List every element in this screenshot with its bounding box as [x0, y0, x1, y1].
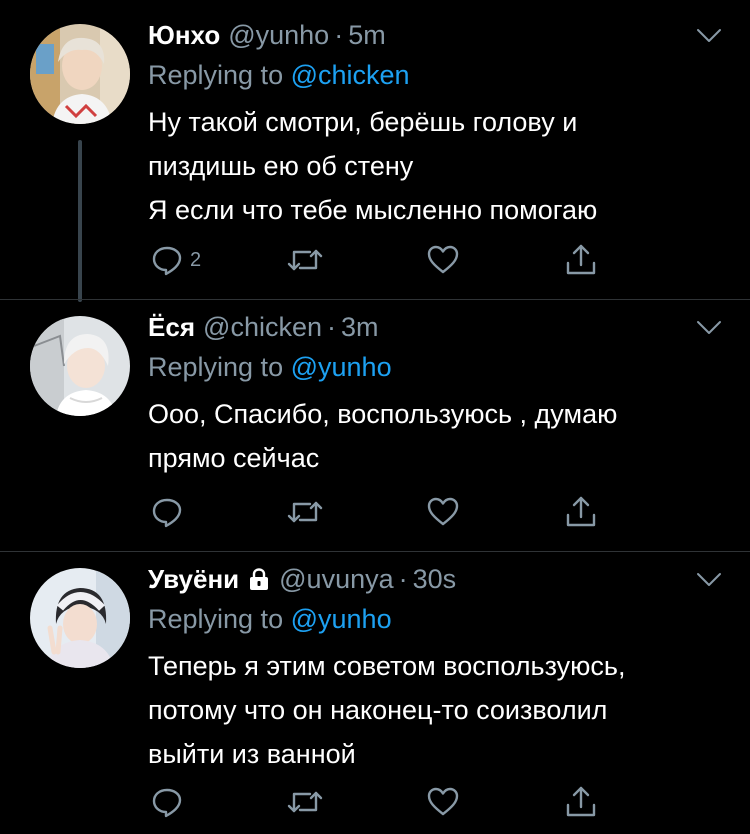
- username[interactable]: @uvunya: [279, 564, 393, 595]
- replying-prefix: Replying to: [148, 352, 284, 382]
- share-icon: [566, 496, 596, 527]
- like-button[interactable]: [426, 494, 460, 530]
- tweet-text: Теперь я этим советом воспользуюсь, пото…: [148, 644, 728, 776]
- chevron-down-icon[interactable]: [696, 320, 722, 336]
- tweet[interactable]: Увуёни @uvunya · 30s Replying to @yunho …: [0, 564, 750, 834]
- timestamp[interactable]: 3m: [341, 312, 379, 343]
- replying-to: Replying to @yunho: [148, 352, 392, 383]
- mention-link[interactable]: @yunho: [291, 604, 392, 634]
- retweet-button[interactable]: [286, 242, 324, 278]
- retweet-button[interactable]: [286, 784, 324, 820]
- avatar[interactable]: [30, 568, 130, 668]
- mention-link[interactable]: @yunho: [291, 352, 392, 382]
- chevron-down-icon[interactable]: [696, 572, 722, 588]
- replying-prefix: Replying to: [148, 604, 284, 634]
- reply-icon: [152, 246, 182, 276]
- replying-to: Replying to @yunho: [148, 604, 392, 635]
- like-button[interactable]: [426, 242, 460, 278]
- timestamp[interactable]: 5m: [348, 20, 386, 51]
- tweet-text-line: выйти из ванной: [148, 739, 356, 769]
- like-button[interactable]: [426, 784, 460, 820]
- username[interactable]: @yunho: [228, 20, 329, 51]
- chevron-down-icon[interactable]: [696, 28, 722, 44]
- tweet-text-line: Я если что тебе мысленно помогаю: [148, 195, 598, 225]
- action-bar: [150, 784, 630, 824]
- separator: ·: [327, 312, 336, 342]
- mention-link[interactable]: @chicken: [291, 60, 410, 90]
- display-name[interactable]: Ёся: [148, 312, 195, 343]
- avatar[interactable]: [30, 24, 130, 124]
- heart-icon: [427, 245, 459, 274]
- reply-button[interactable]: [150, 494, 190, 530]
- reply-icon: [152, 498, 182, 528]
- retweet-icon: [287, 249, 323, 271]
- separator: ·: [334, 20, 344, 50]
- lock-icon: [250, 568, 269, 590]
- tweet[interactable]: Юнхо @yunho · 5m Replying to @chicken Ну…: [0, 20, 750, 302]
- tweet-text: Ооо, Спасибо, воспользуюсь , думаю прямо…: [148, 392, 728, 480]
- retweet-button[interactable]: [286, 494, 324, 530]
- share-icon: [566, 244, 596, 275]
- tweet-text-line: пиздишь ею об стену: [148, 151, 414, 181]
- replying-to: Replying to @chicken: [148, 60, 410, 91]
- username[interactable]: @chicken: [203, 312, 322, 343]
- reply-icon: [152, 788, 182, 818]
- tweet-header: Юнхо @yunho · 5m: [148, 20, 386, 56]
- tweet-text-line: потому что он наконец-то соизволил: [148, 695, 608, 725]
- tweet-text-line: Теперь я этим советом воспользуюсь,: [148, 651, 626, 681]
- separator: ·: [398, 564, 408, 594]
- display-name[interactable]: Юнхо: [148, 20, 220, 51]
- tweet-text-line: прямо сейчас: [148, 443, 320, 473]
- divider: [0, 299, 750, 300]
- tweet-text-line: Ооо, Спасибо, воспользуюсь , думаю: [148, 399, 618, 429]
- tweet-header: Увуёни @uvunya · 30s: [148, 564, 456, 600]
- timestamp[interactable]: 30s: [413, 564, 457, 595]
- share-icon: [566, 786, 596, 817]
- display-name[interactable]: Увуёни: [148, 564, 239, 595]
- share-button[interactable]: [564, 242, 598, 278]
- reply-button[interactable]: [150, 784, 190, 820]
- heart-icon: [427, 497, 459, 526]
- heart-icon: [427, 787, 459, 816]
- tweet-text-line: Ну такой смотри, берёшь голову и: [148, 107, 578, 137]
- reply-button[interactable]: 2: [150, 242, 201, 278]
- tweet[interactable]: Ёся @chicken · 3m Replying to @yunho Ооо…: [0, 312, 750, 552]
- tweet-header: Ёся @chicken · 3m: [148, 312, 379, 348]
- action-bar: [150, 494, 630, 534]
- avatar[interactable]: [30, 316, 130, 416]
- retweet-icon: [287, 501, 323, 523]
- reply-count: 2: [190, 248, 202, 271]
- action-bar: 2: [150, 242, 630, 282]
- share-button[interactable]: [564, 494, 598, 530]
- divider: [0, 551, 750, 552]
- share-button[interactable]: [564, 784, 598, 820]
- tweet-text: Ну такой смотри, берёшь голову и пиздишь…: [148, 100, 728, 232]
- retweet-icon: [287, 791, 323, 813]
- replying-prefix: Replying to: [148, 60, 284, 90]
- thread-line: [78, 140, 82, 302]
